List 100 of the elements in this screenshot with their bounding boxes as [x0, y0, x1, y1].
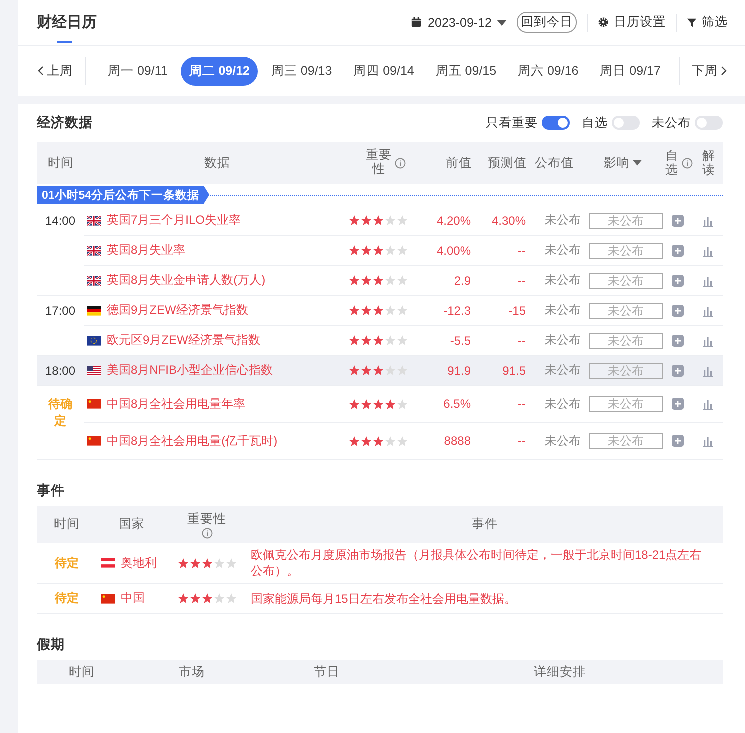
previous-value: 4.00% [436, 244, 471, 258]
forecast-value: -- [518, 334, 526, 348]
column-header: 详细安排 [534, 664, 586, 681]
column-header: 公布值 [535, 154, 574, 172]
add-icon[interactable] [672, 274, 684, 286]
flag-icon [101, 558, 115, 568]
countdown-banner: 01小时54分后公布下一条数据 [37, 186, 210, 204]
add-icon[interactable] [672, 244, 684, 256]
bar-chart-icon[interactable] [702, 398, 714, 410]
add-icon[interactable] [672, 398, 684, 410]
flag-icon [87, 399, 101, 409]
day-tab[interactable]: 周二 09/12 [181, 56, 258, 86]
caret-icon[interactable] [633, 160, 642, 166]
day-tab[interactable]: 周三 09/13 [263, 56, 340, 86]
column-header: 节日 [314, 664, 340, 681]
toggle-switch[interactable] [695, 116, 723, 130]
add-icon[interactable] [672, 214, 684, 226]
column-header: 重要性 [366, 149, 392, 177]
forecast-value: 4.30% [492, 214, 526, 228]
time-label: 18:00 [45, 364, 76, 380]
next-week-button[interactable]: 下周 [680, 62, 745, 80]
page-title: 财经日历 [37, 0, 97, 45]
add-icon[interactable] [672, 435, 684, 447]
column-header: 数据 [204, 154, 230, 172]
indicator-link[interactable]: 德国9月ZEW经济景气指数 [107, 302, 248, 319]
bar-chart-icon[interactable] [702, 435, 714, 447]
time-label: 17:00 [45, 304, 76, 320]
bar-chart-icon[interactable] [702, 334, 714, 346]
bar-chart-icon[interactable] [702, 304, 714, 316]
column-header: 重要性 [188, 510, 226, 528]
impact-box: 未公布 [589, 362, 663, 378]
toggle-switch[interactable] [612, 116, 640, 130]
country-name: 中国 [121, 590, 145, 608]
indicator-link[interactable]: 中国8月全社会用电量(亿千瓦时) [107, 432, 278, 450]
toggle-label: 只看重要 [486, 114, 538, 132]
toggle-switch[interactable] [542, 116, 570, 130]
forecast-value: -- [518, 274, 526, 288]
previous-week-button[interactable]: 上周 [18, 62, 85, 80]
flag-icon [101, 594, 115, 604]
flag-icon [87, 336, 101, 346]
column-header: 前值 [446, 154, 472, 172]
impact-box: 未公布 [589, 433, 663, 449]
day-tab[interactable]: 周日 09/17 [592, 56, 669, 86]
column-header: 自选 [666, 148, 678, 178]
today-button[interactable]: 回到今日 [517, 12, 577, 33]
forecast-value: -- [518, 244, 526, 258]
time-label: 待确定 [48, 396, 74, 430]
impact-box: 未公布 [589, 212, 663, 228]
date-picker[interactable]: 2023-09-12 [428, 16, 492, 30]
toggle-label: 未公布 [652, 114, 691, 132]
bar-chart-icon[interactable] [702, 274, 714, 286]
indicator-link[interactable]: 英国8月失业金申请人数(万人) [107, 272, 266, 289]
flag-icon [87, 306, 101, 316]
add-icon[interactable] [672, 334, 684, 346]
add-icon[interactable] [672, 304, 684, 316]
forecast-value: -15 [508, 304, 526, 318]
previous-value: 8888 [444, 434, 471, 448]
day-tab[interactable]: 周一 09/11 [100, 56, 176, 86]
filter-icon[interactable] [687, 18, 697, 28]
caret-icon[interactable] [497, 20, 507, 26]
section-title: 经济数据 [37, 114, 93, 132]
column-header: 时间 [69, 664, 95, 681]
day-tab[interactable]: 周五 09/15 [428, 56, 505, 86]
section-title: 假期 [37, 636, 65, 654]
impact-box: 未公布 [589, 272, 663, 288]
toggle-label: 自选 [582, 114, 608, 132]
forecast-value: 91.5 [502, 364, 526, 378]
actual-value: 未公布 [545, 303, 581, 317]
indicator-link[interactable]: 英国7月三个月ILO失业率 [107, 212, 242, 229]
info-icon [395, 158, 406, 168]
column-header: 影响 [604, 154, 630, 172]
flag-icon [87, 366, 101, 376]
day-tab[interactable]: 周四 09/14 [346, 56, 422, 86]
bar-chart-icon[interactable] [702, 244, 714, 256]
column-header: 事件 [472, 516, 498, 533]
indicator-link[interactable]: 英国8月失业率 [107, 242, 186, 259]
add-icon[interactable] [672, 364, 684, 376]
filter-link[interactable]: 筛选 [702, 14, 728, 31]
chevron-right-icon [721, 66, 727, 76]
day-tab[interactable]: 周六 09/16 [510, 56, 587, 86]
bar-chart-icon[interactable] [702, 214, 714, 226]
column-header: 市场 [179, 664, 205, 681]
calendar-settings-link[interactable]: 日历设置 [614, 14, 666, 31]
forecast-value: -- [518, 397, 526, 411]
indicator-link[interactable]: 欧元区9月ZEW经济景气指数 [107, 332, 260, 349]
section-title: 事件 [37, 482, 65, 500]
actual-value: 未公布 [545, 273, 581, 287]
bar-chart-icon[interactable] [702, 364, 714, 376]
time-label: 待定 [55, 590, 79, 608]
indicator-link[interactable]: 中国8月全社会用电量年率 [107, 396, 246, 412]
chevron-left-icon [38, 66, 44, 76]
column-header: 预测值 [488, 154, 527, 172]
flag-icon [87, 246, 101, 256]
settings-icon[interactable] [598, 17, 609, 28]
flag-icon [87, 276, 101, 286]
previous-value: 4.20% [436, 214, 471, 228]
info-icon [682, 158, 692, 168]
calendar-icon[interactable] [411, 17, 422, 28]
impact-box: 未公布 [589, 332, 663, 348]
actual-value: 未公布 [545, 333, 581, 347]
